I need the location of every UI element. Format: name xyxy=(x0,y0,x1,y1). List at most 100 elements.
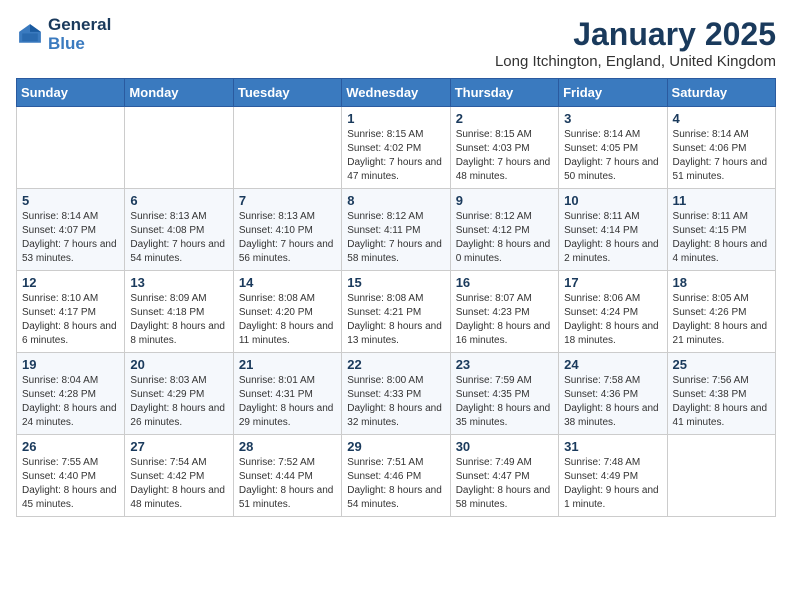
day-info: Sunrise: 8:13 AM Sunset: 4:10 PM Dayligh… xyxy=(239,210,336,266)
day-number: 30 xyxy=(456,439,553,454)
calendar-cell: 22 Sunrise: 8:00 AM Sunset: 4:33 PM Dayli… xyxy=(342,353,450,435)
day-number: 23 xyxy=(456,357,553,372)
calendar-cell: 16 Sunrise: 8:07 AM Sunset: 4:23 PM Dayli… xyxy=(450,271,558,353)
week-row-4: 19 Sunrise: 8:04 AM Sunset: 4:28 PM Dayli… xyxy=(17,353,776,435)
day-info: Sunrise: 8:14 AM Sunset: 4:07 PM Dayligh… xyxy=(22,210,119,266)
calendar-cell xyxy=(17,107,125,189)
day-info: Sunrise: 8:07 AM Sunset: 4:23 PM Dayligh… xyxy=(456,292,553,348)
day-info: Sunrise: 8:05 AM Sunset: 4:26 PM Dayligh… xyxy=(673,292,770,348)
day-info: Sunrise: 7:56 AM Sunset: 4:38 PM Dayligh… xyxy=(673,374,770,430)
calendar-cell: 30 Sunrise: 7:49 AM Sunset: 4:47 PM Dayli… xyxy=(450,435,558,517)
weekday-header-monday: Monday xyxy=(125,79,233,107)
calendar-table: SundayMondayTuesdayWednesdayThursdayFrid… xyxy=(16,78,776,517)
day-number: 27 xyxy=(130,439,227,454)
day-info: Sunrise: 7:59 AM Sunset: 4:35 PM Dayligh… xyxy=(456,374,553,430)
day-number: 14 xyxy=(239,275,336,290)
title-block: January 2025 Long Itchington, England, U… xyxy=(495,16,776,70)
page-header: General Blue January 2025 Long Itchingto… xyxy=(16,16,776,70)
day-info: Sunrise: 7:58 AM Sunset: 4:36 PM Dayligh… xyxy=(564,374,661,430)
day-info: Sunrise: 8:08 AM Sunset: 4:20 PM Dayligh… xyxy=(239,292,336,348)
logo: General Blue xyxy=(16,16,111,53)
week-row-5: 26 Sunrise: 7:55 AM Sunset: 4:40 PM Dayli… xyxy=(17,435,776,517)
calendar-cell: 28 Sunrise: 7:52 AM Sunset: 4:44 PM Dayli… xyxy=(233,435,341,517)
calendar-cell: 12 Sunrise: 8:10 AM Sunset: 4:17 PM Dayli… xyxy=(17,271,125,353)
day-number: 22 xyxy=(347,357,444,372)
logo-icon xyxy=(16,21,44,49)
calendar-cell: 19 Sunrise: 8:04 AM Sunset: 4:28 PM Dayli… xyxy=(17,353,125,435)
calendar-cell xyxy=(125,107,233,189)
day-info: Sunrise: 7:55 AM Sunset: 4:40 PM Dayligh… xyxy=(22,456,119,512)
day-info: Sunrise: 8:03 AM Sunset: 4:29 PM Dayligh… xyxy=(130,374,227,430)
calendar-cell: 31 Sunrise: 7:48 AM Sunset: 4:49 PM Dayli… xyxy=(559,435,667,517)
weekday-header-sunday: Sunday xyxy=(17,79,125,107)
day-info: Sunrise: 8:12 AM Sunset: 4:12 PM Dayligh… xyxy=(456,210,553,266)
day-info: Sunrise: 7:52 AM Sunset: 4:44 PM Dayligh… xyxy=(239,456,336,512)
weekday-header-row: SundayMondayTuesdayWednesdayThursdayFrid… xyxy=(17,79,776,107)
day-info: Sunrise: 8:00 AM Sunset: 4:33 PM Dayligh… xyxy=(347,374,444,430)
calendar-cell: 20Sunrise: 8:03 AM Sunset: 4:29 PM Dayli… xyxy=(125,353,233,435)
day-number: 31 xyxy=(564,439,661,454)
day-info: Sunrise: 7:48 AM Sunset: 4:49 PM Dayligh… xyxy=(564,456,661,512)
day-info: Sunrise: 8:15 AM Sunset: 4:03 PM Dayligh… xyxy=(456,128,553,184)
logo-text: General Blue xyxy=(48,16,111,53)
day-number: 16 xyxy=(456,275,553,290)
calendar-cell: 21 Sunrise: 8:01 AM Sunset: 4:31 PM Dayli… xyxy=(233,353,341,435)
day-number: 9 xyxy=(456,193,553,208)
calendar-cell: 13Sunrise: 8:09 AM Sunset: 4:18 PM Dayli… xyxy=(125,271,233,353)
weekday-header-saturday: Saturday xyxy=(667,79,775,107)
weekday-header-friday: Friday xyxy=(559,79,667,107)
day-number: 4 xyxy=(673,111,770,126)
weekday-header-wednesday: Wednesday xyxy=(342,79,450,107)
day-info: Sunrise: 8:10 AM Sunset: 4:17 PM Dayligh… xyxy=(22,292,119,348)
day-number: 17 xyxy=(564,275,661,290)
day-number: 12 xyxy=(22,275,119,290)
week-row-1: 1Sunrise: 8:15 AM Sunset: 4:02 PM Daylig… xyxy=(17,107,776,189)
day-info: Sunrise: 8:01 AM Sunset: 4:31 PM Dayligh… xyxy=(239,374,336,430)
day-info: Sunrise: 7:49 AM Sunset: 4:47 PM Dayligh… xyxy=(456,456,553,512)
weekday-header-tuesday: Tuesday xyxy=(233,79,341,107)
weekday-header-thursday: Thursday xyxy=(450,79,558,107)
day-info: Sunrise: 8:14 AM Sunset: 4:06 PM Dayligh… xyxy=(673,128,770,184)
day-info: Sunrise: 8:15 AM Sunset: 4:02 PM Dayligh… xyxy=(347,128,444,184)
day-info: Sunrise: 8:11 AM Sunset: 4:15 PM Dayligh… xyxy=(673,210,770,266)
calendar-cell: 9 Sunrise: 8:12 AM Sunset: 4:12 PM Daylig… xyxy=(450,189,558,271)
day-number: 5 xyxy=(22,193,119,208)
day-number: 8 xyxy=(347,193,444,208)
day-number: 19 xyxy=(22,357,119,372)
day-info: Sunrise: 8:14 AM Sunset: 4:05 PM Dayligh… xyxy=(564,128,661,184)
calendar-cell: 7 Sunrise: 8:13 AM Sunset: 4:10 PM Daylig… xyxy=(233,189,341,271)
calendar-cell: 17Sunrise: 8:06 AM Sunset: 4:24 PM Dayli… xyxy=(559,271,667,353)
week-row-3: 12 Sunrise: 8:10 AM Sunset: 4:17 PM Dayli… xyxy=(17,271,776,353)
calendar-cell: 25 Sunrise: 7:56 AM Sunset: 4:38 PM Dayli… xyxy=(667,353,775,435)
calendar-cell: 3 Sunrise: 8:14 AM Sunset: 4:05 PM Daylig… xyxy=(559,107,667,189)
calendar-cell: 5 Sunrise: 8:14 AM Sunset: 4:07 PM Daylig… xyxy=(17,189,125,271)
calendar-cell: 24Sunrise: 7:58 AM Sunset: 4:36 PM Dayli… xyxy=(559,353,667,435)
day-info: Sunrise: 7:54 AM Sunset: 4:42 PM Dayligh… xyxy=(130,456,227,512)
location: Long Itchington, England, United Kingdom xyxy=(495,53,776,70)
day-info: Sunrise: 8:11 AM Sunset: 4:14 PM Dayligh… xyxy=(564,210,661,266)
day-number: 10 xyxy=(564,193,661,208)
day-number: 28 xyxy=(239,439,336,454)
day-number: 26 xyxy=(22,439,119,454)
week-row-2: 5 Sunrise: 8:14 AM Sunset: 4:07 PM Daylig… xyxy=(17,189,776,271)
calendar-cell: 29Sunrise: 7:51 AM Sunset: 4:46 PM Dayli… xyxy=(342,435,450,517)
calendar-cell: 11Sunrise: 8:11 AM Sunset: 4:15 PM Dayli… xyxy=(667,189,775,271)
calendar-cell: 8Sunrise: 8:12 AM Sunset: 4:11 PM Daylig… xyxy=(342,189,450,271)
calendar-cell: 18Sunrise: 8:05 AM Sunset: 4:26 PM Dayli… xyxy=(667,271,775,353)
calendar-cell xyxy=(233,107,341,189)
calendar-cell: 1Sunrise: 8:15 AM Sunset: 4:02 PM Daylig… xyxy=(342,107,450,189)
day-number: 13 xyxy=(130,275,227,290)
day-number: 21 xyxy=(239,357,336,372)
calendar-cell: 2Sunrise: 8:15 AM Sunset: 4:03 PM Daylig… xyxy=(450,107,558,189)
calendar-cell xyxy=(667,435,775,517)
day-number: 29 xyxy=(347,439,444,454)
day-info: Sunrise: 8:04 AM Sunset: 4:28 PM Dayligh… xyxy=(22,374,119,430)
day-number: 6 xyxy=(130,193,227,208)
calendar-cell: 14 Sunrise: 8:08 AM Sunset: 4:20 PM Dayli… xyxy=(233,271,341,353)
day-info: Sunrise: 8:08 AM Sunset: 4:21 PM Dayligh… xyxy=(347,292,444,348)
calendar-cell: 27 Sunrise: 7:54 AM Sunset: 4:42 PM Dayli… xyxy=(125,435,233,517)
calendar-cell: 15Sunrise: 8:08 AM Sunset: 4:21 PM Dayli… xyxy=(342,271,450,353)
day-number: 3 xyxy=(564,111,661,126)
day-number: 25 xyxy=(673,357,770,372)
day-number: 7 xyxy=(239,193,336,208)
